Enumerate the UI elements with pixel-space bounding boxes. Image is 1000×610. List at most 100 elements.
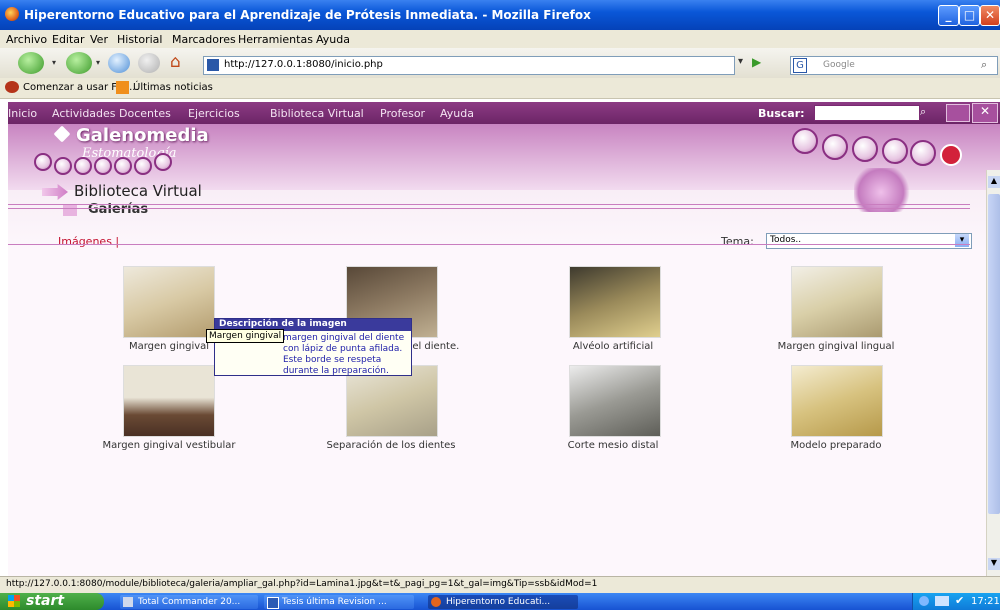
tema-label: Tema: (721, 235, 754, 248)
task-total-commander[interactable]: Total Commander 20... (120, 595, 258, 609)
search-icon[interactable]: ⌕ (981, 58, 987, 72)
gallery-thumb-7[interactable] (569, 365, 661, 437)
gallery-caption-4[interactable]: Margen gingival lingual (731, 341, 941, 352)
menu-bar: Archivo Editar Ver Historial Marcadores … (0, 30, 1000, 48)
tray-icon-1[interactable] (919, 596, 929, 606)
menu-archivo[interactable]: Archivo (6, 33, 47, 46)
gallery-caption-8[interactable]: Modelo preparado (731, 440, 941, 451)
menu-herramientas[interactable]: Herramientas (238, 33, 313, 46)
logo-icon (53, 125, 71, 143)
tool-icon-2[interactable] (822, 134, 848, 160)
nav-icon-5[interactable] (114, 157, 132, 175)
gallery-caption-6[interactable]: Separación de los dientes (286, 440, 496, 451)
tray-icon-3[interactable]: ✔ (955, 594, 964, 607)
tray-icon-2[interactable] (935, 596, 949, 606)
url-field[interactable]: http://127.0.0.1:8080/inicio.php (203, 56, 735, 75)
scroll-up-icon[interactable]: ▲ (988, 176, 1000, 188)
word-icon (267, 597, 279, 609)
site-nav-profesor[interactable]: Profesor (380, 107, 425, 120)
back-dropdown-icon[interactable]: ▾ (52, 58, 56, 67)
site-nav-biblioteca[interactable]: Biblioteca Virtual (270, 107, 364, 120)
forward-dropdown-icon[interactable]: ▾ (96, 58, 100, 67)
tool-icon-1[interactable] (792, 128, 818, 154)
site-nav-ejercicios[interactable]: Ejercicios (188, 107, 240, 120)
bookmarks-bar: Comenzar a usar Fire... Últimas noticias (0, 78, 1000, 99)
system-tray: ✔ 17:21 (912, 593, 1000, 610)
popup-body: margen gingival del diente con lápiz de … (283, 333, 405, 376)
site-icon (207, 59, 219, 71)
google-icon[interactable]: G (793, 58, 807, 73)
status-text: http://127.0.0.1:8080/module/biblioteca/… (6, 579, 598, 589)
gallery-thumb-4[interactable] (791, 266, 883, 338)
menu-ver[interactable]: Ver (90, 33, 108, 46)
gallery-caption-3[interactable]: Alvéolo artificial (508, 341, 718, 352)
search-label: Buscar: (758, 107, 805, 120)
firefox-icon (5, 7, 19, 21)
close-button[interactable]: ✕ (980, 5, 1000, 26)
site-nav-ayuda[interactable]: Ayuda (440, 107, 474, 120)
nav-icon-1[interactable] (34, 153, 52, 171)
nav-icon-4[interactable] (94, 157, 112, 175)
nav-icon-7[interactable] (154, 153, 172, 171)
gallery-thumb-3[interactable] (569, 266, 661, 338)
image-description-popup: Descripción de la imagen margen gingival… (214, 318, 412, 376)
site-search-icon[interactable]: ⌕ (920, 105, 926, 119)
page-scrollbar[interactable]: ▲ ▼ (986, 170, 1000, 590)
tool-icon-5[interactable] (910, 140, 936, 166)
start-button[interactable]: start (0, 593, 104, 610)
power-icon[interactable] (940, 144, 962, 166)
forward-button[interactable] (66, 52, 92, 74)
maximize-button[interactable]: □ (959, 5, 980, 26)
minimize-button[interactable]: _ (938, 5, 959, 26)
gallery-thumb-1[interactable] (123, 266, 215, 338)
menu-editar[interactable]: Editar (52, 33, 85, 46)
gallery-thumb-8[interactable] (791, 365, 883, 437)
content-divider (8, 244, 970, 245)
url-dropdown-icon[interactable]: ▾ (738, 56, 743, 67)
search-placeholder: Google (823, 60, 855, 70)
nav-icon-6[interactable] (134, 157, 152, 175)
task-label: Total Commander 20... (138, 597, 241, 607)
menu-marcadores[interactable]: Marcadores (172, 33, 236, 46)
back-button[interactable] (18, 52, 44, 74)
app-icon (123, 597, 133, 607)
reload-icon[interactable] (108, 53, 130, 73)
firefox-icon (431, 597, 441, 607)
windows-logo-icon (8, 595, 20, 607)
menu-ayuda[interactable]: Ayuda (316, 33, 350, 46)
bookmark-latest-news[interactable]: Últimas noticias (133, 82, 213, 93)
window-title: Hiperentorno Educativo para el Aprendiza… (24, 8, 591, 22)
site-close-icon[interactable]: ✕ (972, 103, 998, 123)
window-title-bar[interactable]: Hiperentorno Educativo para el Aprendiza… (0, 0, 1000, 30)
tema-select[interactable]: Todos.. ▾ (766, 233, 972, 249)
nav-icon-2[interactable] (54, 157, 72, 175)
tool-icon-4[interactable] (882, 138, 908, 164)
gallery-caption-5[interactable]: Margen gingival vestibular (64, 440, 274, 451)
task-word-document[interactable]: Tesis última Revision ... (264, 595, 414, 609)
stop-icon[interactable] (138, 53, 160, 73)
gallery-thumb-5[interactable] (123, 365, 215, 437)
menu-historial[interactable]: Historial (117, 33, 162, 46)
tool-icon-3[interactable] (852, 136, 878, 162)
site-nav-actividades[interactable]: Actividades Docentes (52, 107, 171, 120)
task-label: Tesis última Revision ... (282, 597, 387, 607)
home-icon[interactable]: ⌂ (170, 52, 192, 72)
clock: 17:21 (971, 596, 1000, 607)
go-icon[interactable]: ▶ (752, 55, 761, 69)
task-firefox[interactable]: Hiperentorno Educati... (428, 595, 578, 609)
site-nav-bar: Inicio Actividades Docentes Ejercicios B… (8, 102, 1000, 124)
gallery-caption-7[interactable]: Corte mesio distal (508, 440, 718, 451)
site-nav-inicio[interactable]: Inicio (8, 107, 37, 120)
chevron-down-icon[interactable]: ▾ (955, 234, 969, 247)
page-title: Biblioteca Virtual (74, 182, 202, 200)
scroll-down-icon[interactable]: ▼ (988, 558, 1000, 570)
scroll-thumb[interactable] (988, 194, 1000, 514)
images-tab[interactable]: Imágenes | (58, 235, 119, 248)
site-search-input[interactable] (814, 105, 920, 121)
hover-tooltip: Margen gingival (206, 329, 285, 343)
nav-icon-3[interactable] (74, 157, 92, 175)
header-divider (8, 204, 970, 209)
search-engine-field[interactable]: G Google ⌕ (790, 56, 998, 75)
firefox-bookmark-icon (5, 81, 19, 93)
site-window-icon[interactable] (946, 104, 970, 122)
